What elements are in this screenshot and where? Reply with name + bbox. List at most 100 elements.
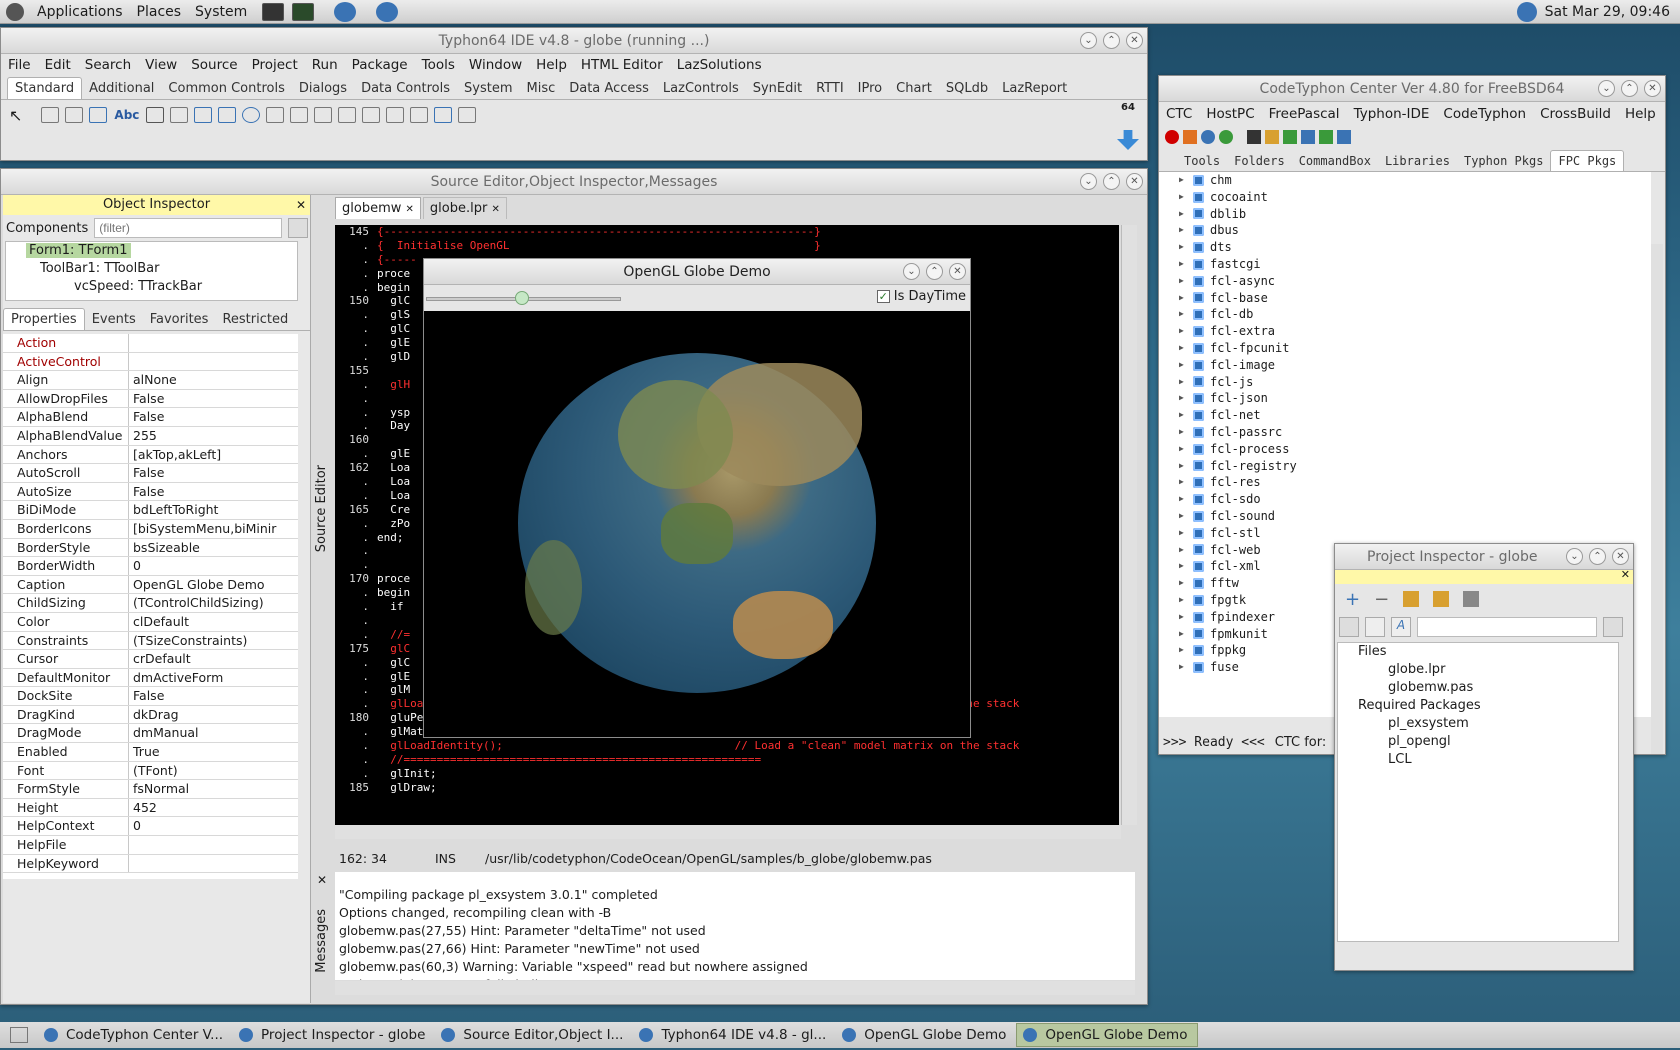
ctc-menu-ctc[interactable]: CTC — [1159, 106, 1199, 122]
ide-titlebar[interactable]: Typhon64 IDE v4.8 - globe (running ...) … — [1, 28, 1147, 54]
expand-arrow-icon[interactable]: ▶ — [1179, 626, 1189, 643]
package-item[interactable]: ▶ dbus — [1159, 222, 1651, 239]
ctc-menu-codetyphon[interactable]: CodeTyphon — [1436, 106, 1533, 122]
monitor-launcher-icon[interactable] — [292, 2, 315, 21]
package-item[interactable]: ▶ fcl-fpcunit — [1159, 340, 1651, 357]
panel-component-icon[interactable] — [410, 107, 429, 123]
tree-node-required-packages[interactable]: Required Packages — [1338, 697, 1618, 715]
stop-icon[interactable] — [1165, 130, 1179, 144]
tree-node-globe-lpr[interactable]: globe.lpr — [1338, 661, 1618, 679]
property-row[interactable]: Height 452 — [3, 798, 298, 818]
alpha-sort-icon[interactable]: A — [1391, 617, 1411, 637]
add-icon[interactable]: + — [1345, 589, 1360, 610]
globe-titlebar[interactable]: OpenGL Globe Demo ⌄ ⌃ ✕ — [424, 259, 970, 285]
editor-vertical-scrollbar[interactable] — [1121, 225, 1137, 825]
property-value[interactable] — [129, 334, 298, 352]
expand-arrow-icon[interactable]: ▶ — [1179, 222, 1189, 239]
property-value[interactable]: dmManual — [129, 724, 298, 742]
expand-arrow-icon[interactable]: ▶ — [1179, 323, 1189, 340]
property-value[interactable]: bdLeftToRight — [129, 501, 298, 519]
property-value[interactable]: 0 — [129, 557, 298, 575]
expand-arrow-icon[interactable]: ▶ — [1179, 642, 1189, 659]
property-value[interactable]: (TSizeConstraints) — [129, 632, 298, 650]
property-row[interactable]: Font (TFont) — [3, 761, 298, 781]
property-row[interactable]: Anchors [akTop,akLeft] — [3, 445, 298, 465]
property-value[interactable]: 0 — [129, 817, 298, 835]
taskbar-item[interactable]: Typhon64 IDE v4.8 - gl... — [633, 1023, 836, 1047]
property-value[interactable]: 452 — [129, 799, 298, 817]
maximize-icon[interactable]: ⌃ — [1589, 548, 1606, 565]
taskbar-item[interactable]: Project Inspector - globe — [233, 1023, 435, 1047]
palette-tab-dialogs[interactable]: Dialogs — [292, 78, 354, 99]
close-icon[interactable]: ✕ — [1126, 173, 1143, 190]
memo-component-icon[interactable] — [170, 107, 189, 123]
close-icon[interactable]: ✕ — [406, 204, 414, 215]
palette-tab-rtti[interactable]: RTTI — [809, 78, 851, 99]
tab-globemw[interactable]: globemw ✕ — [335, 197, 421, 219]
property-row[interactable]: BiDiMode bdLeftToRight — [3, 501, 298, 520]
property-value[interactable]: crDefault — [129, 650, 298, 668]
package-item[interactable]: ▶ fcl-json — [1159, 390, 1651, 407]
actionlist-component-icon[interactable] — [458, 107, 477, 123]
property-row[interactable]: HelpContext 0 — [3, 817, 298, 837]
property-row[interactable]: AlphaBlend False — [3, 408, 298, 427]
palette-tab-common-controls[interactable]: Common Controls — [161, 78, 291, 99]
expand-arrow-icon[interactable]: ▶ — [1179, 340, 1189, 357]
tree-node-vcspeed[interactable]: vcSpeed: TTrackBar — [6, 278, 297, 296]
menu-file[interactable]: File — [1, 57, 38, 73]
flame-icon[interactable] — [1183, 130, 1197, 144]
message-line[interactable]: globemw.pas(27,55) Hint: Parameter "delt… — [335, 922, 1135, 940]
property-value[interactable]: [akTop,akLeft] — [129, 446, 298, 464]
taskbar-item[interactable]: OpenGL Globe Demo — [836, 1023, 1016, 1047]
menu-project[interactable]: Project — [245, 57, 305, 73]
property-row[interactable]: AutoScroll False — [3, 464, 298, 483]
tree-node-pl-opengl[interactable]: pl_opengl — [1338, 733, 1618, 751]
package-item[interactable]: ▶ fcl-db — [1159, 306, 1651, 323]
close-icon[interactable]: ✕ — [1126, 32, 1143, 49]
help-icon[interactable] — [1463, 591, 1480, 607]
property-row[interactable]: Constraints (TSizeConstraints) — [3, 631, 298, 651]
expand-arrow-icon[interactable]: ▶ — [1179, 542, 1189, 559]
ctc-tab-typhon-pkgs[interactable]: Typhon Pkgs — [1457, 151, 1550, 171]
tray-typhon-icon[interactable] — [1516, 1, 1537, 22]
package-item[interactable]: ▶ chm — [1159, 172, 1651, 189]
expand-arrow-icon[interactable]: ▶ — [1179, 290, 1189, 307]
package-item[interactable]: ▶ fcl-net — [1159, 407, 1651, 424]
maximize-icon[interactable]: ⌃ — [1621, 80, 1638, 97]
terminal-icon[interactable] — [1247, 130, 1261, 144]
palette-tab-chart[interactable]: Chart — [889, 78, 939, 99]
property-row[interactable]: ActiveControl — [3, 352, 298, 372]
close-icon[interactable]: ✕ — [491, 204, 499, 215]
tree-node-files[interactable]: Files — [1338, 643, 1618, 661]
close-icon[interactable]: ✕ — [1621, 568, 1630, 581]
property-value[interactable]: True — [129, 743, 298, 761]
menu-view[interactable]: View — [138, 57, 184, 73]
expand-arrow-icon[interactable]: ▶ — [1179, 558, 1189, 575]
palette-tab-lazcontrols[interactable]: LazControls — [656, 78, 746, 99]
menu-window[interactable]: Window — [462, 57, 529, 73]
palette-tab-misc[interactable]: Misc — [519, 78, 562, 99]
close-icon[interactable]: ✕ — [949, 263, 966, 280]
expand-arrow-icon[interactable]: ▶ — [1179, 491, 1189, 508]
property-value[interactable]: False — [129, 687, 298, 705]
show-desktop-icon[interactable] — [10, 1027, 28, 1043]
ctc-tab-folders[interactable]: Folders — [1227, 151, 1292, 171]
property-row[interactable]: Align alNone — [3, 371, 298, 390]
oi-tab-events[interactable]: Events — [85, 309, 143, 330]
settings-icon[interactable] — [1301, 130, 1315, 144]
expand-arrow-icon[interactable]: ▶ — [1179, 407, 1189, 424]
edit-component-icon[interactable] — [146, 107, 165, 123]
expand-arrow-icon[interactable]: ▶ — [1179, 306, 1189, 323]
property-value[interactable]: bsSizeable — [129, 539, 298, 557]
oi-tab-favorites[interactable]: Favorites — [143, 309, 216, 330]
property-row[interactable]: FormStyle fsNormal — [3, 780, 298, 799]
property-row[interactable]: DragMode dmManual — [3, 724, 298, 744]
menu-search[interactable]: Search — [78, 57, 138, 73]
applications-menu[interactable]: Applications — [30, 4, 130, 20]
download-icon[interactable] — [1337, 130, 1351, 144]
property-row[interactable]: DefaultMonitor dmActiveForm — [3, 668, 298, 688]
package-item[interactable]: ▶ fcl-registry — [1159, 458, 1651, 475]
palette-tab-data-access[interactable]: Data Access — [562, 78, 656, 99]
ctc-menu-help[interactable]: Help — [1618, 106, 1663, 122]
groupbox-component-icon[interactable] — [338, 107, 357, 123]
